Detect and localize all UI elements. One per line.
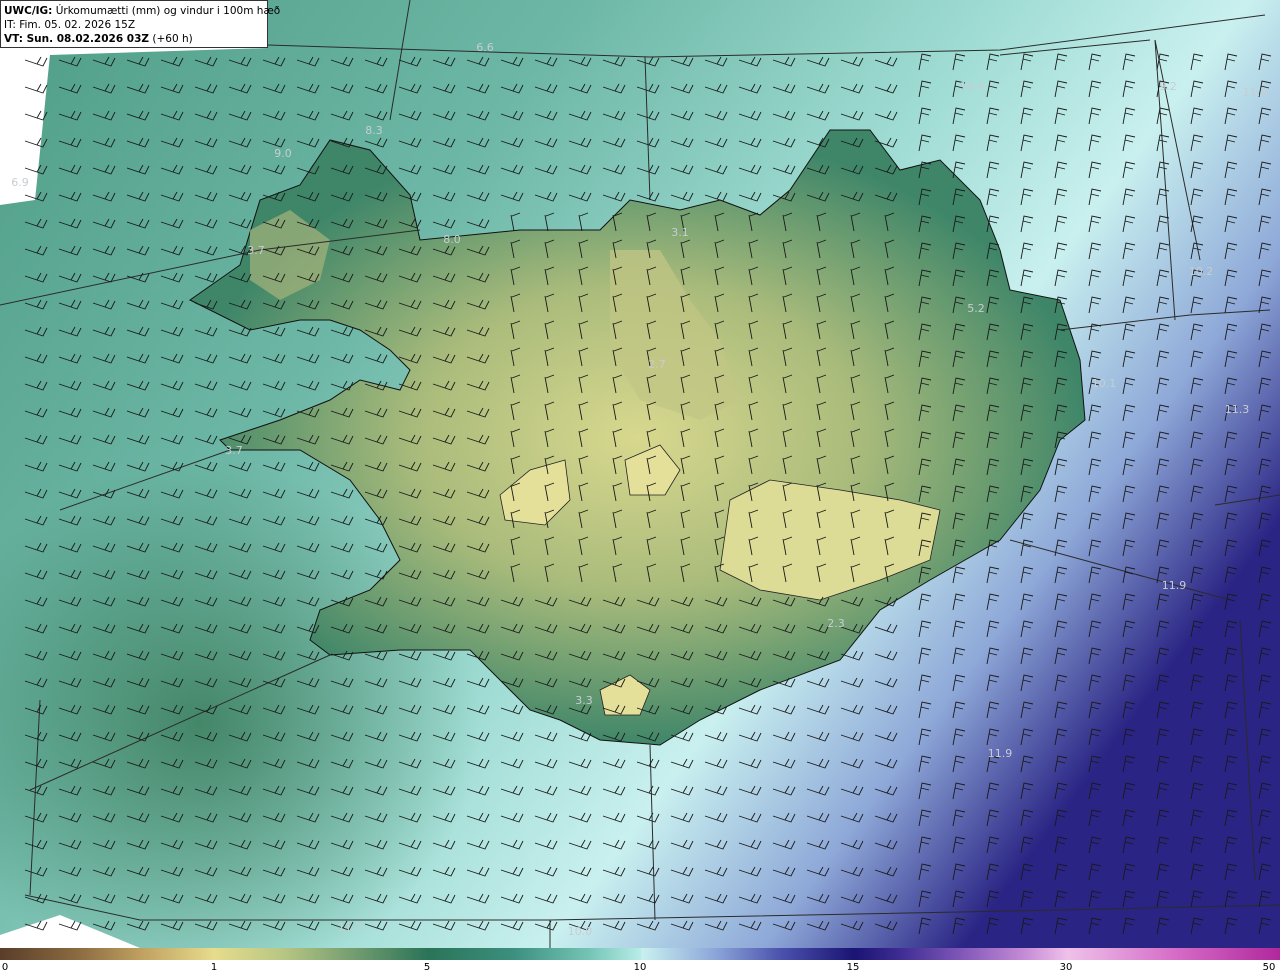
value-label: 11.7	[338, 921, 363, 934]
value-label: 10.0	[568, 925, 593, 938]
map-canvas: 6.6 10.4 9.2 11.5 8.3 9.0 6.9 8.0 3.7 3.1 5.2 10.2 2…	[0, 0, 1280, 948]
value-label: 11.9	[988, 747, 1013, 760]
valid-time: VT: Sun. 08.02.2026 03Z	[4, 33, 150, 45]
colorbar-tick-1: 1	[210, 962, 218, 973]
product-title: Úrkomumætti (mm) og vindur i 100m hæð	[52, 5, 281, 17]
value-label: 8.3	[365, 124, 383, 137]
lead-time: (+60 h)	[149, 33, 193, 45]
init-time: IT: Fim. 05. 02. 2026 15Z	[4, 19, 136, 31]
colorbar-tick-30: 30	[1059, 962, 1073, 973]
value-label: 2.3	[827, 617, 845, 630]
product-code: UWC/IG:	[4, 5, 53, 17]
value-label: 6.9	[11, 176, 29, 189]
value-label: 9.0	[274, 147, 292, 160]
value-label: 3.7	[247, 244, 265, 257]
value-label: 10.1	[1092, 377, 1117, 390]
precipitation-map: 6.6 10.4 9.2 11.5 8.3 9.0 6.9 8.0 3.7 3.1 5.2 10.2 2…	[0, 0, 1280, 948]
value-label: 10.4	[960, 80, 985, 93]
colorbar-strip	[0, 948, 1280, 960]
colorbar-tick-50: 50	[1262, 962, 1276, 973]
colorbar-tick-0: 0	[1, 962, 9, 973]
colorbar-tick-5: 5	[423, 962, 431, 973]
value-label: 11.3	[1225, 403, 1250, 416]
value-label: 11.9	[1162, 579, 1187, 592]
value-label: 10.2	[1189, 265, 1214, 278]
colorbar-tick-15: 15	[846, 962, 860, 973]
value-label: 6.6	[476, 41, 494, 54]
value-label: 2.7	[648, 358, 666, 371]
value-label: 8.0	[443, 233, 461, 246]
colorbar: 0 1 5 10 15 30 50	[0, 948, 1280, 978]
value-label: 3.1	[671, 226, 689, 239]
value-label: 5.2	[967, 302, 985, 315]
colorbar-tick-10: 10	[633, 962, 647, 973]
title-box: UWC/IG: Úrkomumætti (mm) og vindur i 100…	[0, 0, 280, 48]
value-label: 11.5	[1243, 86, 1268, 99]
value-label: 9.2	[1159, 80, 1177, 93]
value-label: 3.7	[225, 444, 243, 457]
value-label: 3.3	[575, 694, 593, 707]
